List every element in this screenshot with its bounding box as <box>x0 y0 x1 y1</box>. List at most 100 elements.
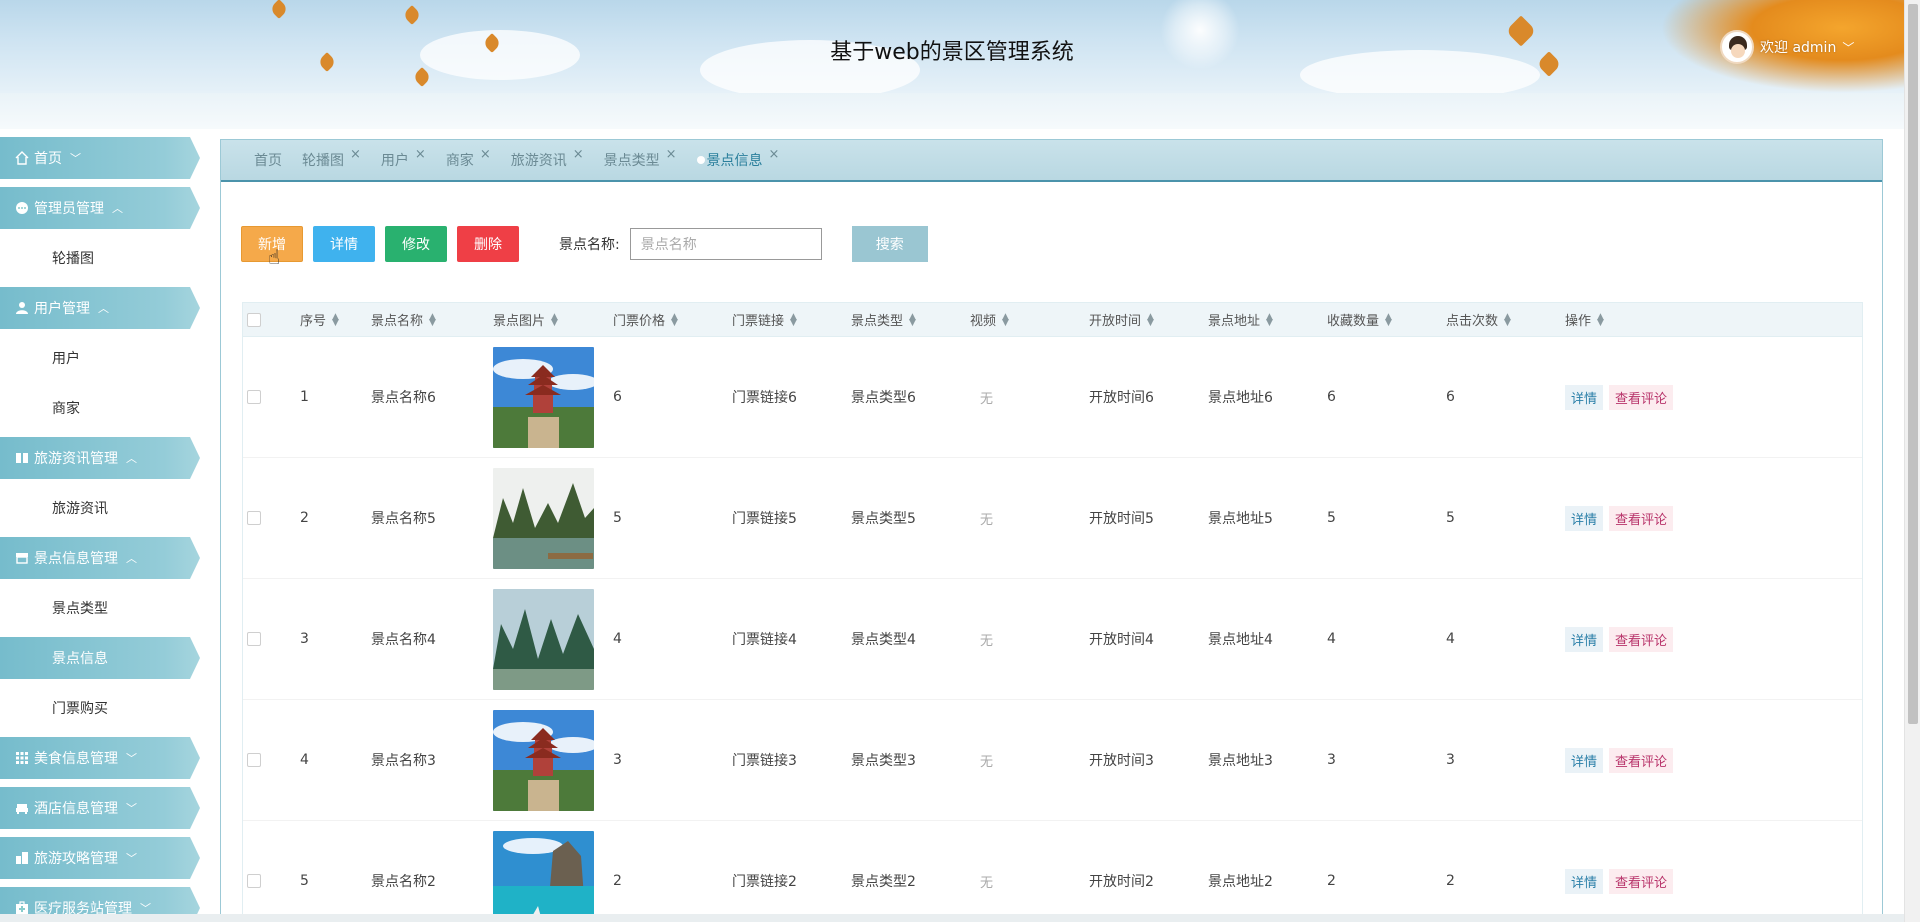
edit-button[interactable]: 修改 <box>385 226 447 262</box>
sort-icon[interactable]: ▲ ▼ <box>551 312 558 327</box>
delete-button[interactable]: 删除 <box>457 226 519 262</box>
sidebar-group-hotel[interactable]: 酒店信息管理 ﹀ <box>0 787 200 829</box>
search-input[interactable] <box>629 228 822 260</box>
scrollbar-thumb[interactable] <box>1908 4 1918 724</box>
tab-scenic-info[interactable]: 景点信息 × <box>696 147 780 170</box>
scenic-image[interactable] <box>493 467 594 569</box>
sort-icon[interactable]: ▲ ▼ <box>1504 312 1511 327</box>
column-header[interactable]: 景点类型 ▲ ▼ <box>851 310 916 329</box>
view-reviews-button[interactable]: 查看评论 <box>1609 505 1674 531</box>
avatar[interactable] <box>1720 30 1754 64</box>
sidebar-group-guide[interactable]: 旅游攻略管理 ﹀ <box>0 837 200 879</box>
sidebar-group-label: 管理员管理 <box>34 201 104 217</box>
view-reviews-button[interactable]: 查看评论 <box>1609 747 1674 773</box>
sidebar-group-travel-news[interactable]: 旅游资讯管理 ︿ <box>0 437 200 479</box>
sidebar-item-ticket-purchase[interactable]: 门票购买 <box>0 687 205 729</box>
tab-scenic-type[interactable]: 景点类型 × <box>604 147 677 170</box>
sidebar-group-label: 首页 <box>34 151 62 167</box>
sidebar-item-merchant[interactable]: 商家 <box>0 387 205 429</box>
sort-icon[interactable]: ▲ ▼ <box>1385 312 1392 327</box>
sidebar-group-home[interactable]: 首页 ﹀ <box>0 137 200 179</box>
search-button[interactable]: 搜索 <box>851 226 928 262</box>
favorites-cell: 3 <box>1327 752 1336 768</box>
close-icon[interactable]: × <box>350 147 361 162</box>
table-row[interactable]: 5 景点名称2 2 门票链接2 景点类型2 无 开放时间2 景点地址2 2 2 … <box>243 821 1862 922</box>
sidebar-group-users[interactable]: 用户管理 ︿ <box>0 287 200 329</box>
column-header[interactable]: 门票链接 ▲ ▼ <box>732 310 797 329</box>
view-reviews-button[interactable]: 查看评论 <box>1609 626 1674 652</box>
close-icon[interactable]: × <box>480 147 491 162</box>
row-checkbox[interactable] <box>247 390 261 404</box>
column-header[interactable]: 开放时间 ▲ ▼ <box>1089 310 1154 329</box>
sea-cliff-image <box>493 830 594 922</box>
close-icon[interactable]: × <box>666 147 677 162</box>
sort-icon[interactable]: ▲ ▼ <box>429 312 436 327</box>
row-checkbox[interactable] <box>247 874 261 888</box>
store-icon <box>14 550 30 566</box>
column-header[interactable]: 景点地址 ▲ ▼ <box>1208 310 1273 329</box>
sort-icon[interactable]: ▲ ▼ <box>332 312 339 327</box>
vertical-scrollbar[interactable] <box>1904 0 1920 922</box>
row-checkbox[interactable] <box>247 753 261 767</box>
column-header[interactable]: 视频 ▲ ▼ <box>970 310 1009 329</box>
chevron-down-icon: ﹀ <box>126 752 137 765</box>
scenic-image[interactable] <box>493 346 594 448</box>
ticket-link-cell: 门票链接5 <box>732 511 797 527</box>
tab-user[interactable]: 用户 × <box>381 147 426 170</box>
sidebar-group-scenic[interactable]: 景点信息管理 ︿ <box>0 537 200 579</box>
sidebar-item-travel-news[interactable]: 旅游资讯 <box>0 487 205 529</box>
user-menu[interactable]: 欢迎 admin ﹀ <box>1720 30 1854 64</box>
user-greeting[interactable]: 欢迎 admin <box>1760 37 1836 57</box>
column-header[interactable]: 点击次数 ▲ ▼ <box>1446 310 1511 329</box>
sofa-icon <box>14 800 30 816</box>
column-header[interactable]: 门票价格 ▲ ▼ <box>613 310 678 329</box>
table-row[interactable]: 1 景点名称6 6 门票链接6 景点类型6 无 开放时间6 景点地址6 6 6 … <box>243 337 1862 458</box>
sort-icon[interactable]: ▲ ▼ <box>671 312 678 327</box>
tab-home[interactable]: 首页 <box>254 150 282 170</box>
close-icon[interactable]: × <box>573 147 584 162</box>
close-icon[interactable]: × <box>769 147 780 162</box>
leaf-decoration <box>269 0 289 19</box>
scenic-image[interactable] <box>493 709 594 811</box>
column-header[interactable]: 景点图片 ▲ ▼ <box>493 310 558 329</box>
column-header[interactable]: 序号 ▲ ▼ <box>300 310 339 329</box>
row-detail-button[interactable]: 详情 <box>1565 747 1604 773</box>
sidebar-item-scenic-type[interactable]: 景点类型 <box>0 587 205 629</box>
detail-button[interactable]: 详情 <box>313 226 375 262</box>
row-detail-button[interactable]: 详情 <box>1565 384 1604 410</box>
sort-icon[interactable]: ▲ ▼ <box>1002 312 1009 327</box>
table-row[interactable]: 3 景点名称4 4 门票链接4 景点类型4 无 开放时间4 景点地址4 4 4 … <box>243 579 1862 700</box>
table-row[interactable]: 2 景点名称5 5 门票链接5 景点类型5 无 开放时间5 景点地址5 5 5 … <box>243 458 1862 579</box>
table-row[interactable]: 4 景点名称3 3 门票链接3 景点类型3 无 开放时间3 景点地址3 3 3 … <box>243 700 1862 821</box>
row-detail-button[interactable]: 详情 <box>1565 505 1604 531</box>
sidebar-item-user[interactable]: 用户 <box>0 337 205 379</box>
sidebar-item-scenic-info[interactable]: 景点信息 <box>0 637 200 679</box>
sidebar-item-carousel[interactable]: 轮播图 <box>0 237 205 279</box>
pagoda-image <box>493 709 594 811</box>
sidebar-group-admin[interactable]: 管理员管理 ︿ <box>0 187 200 229</box>
row-detail-button[interactable]: 详情 <box>1565 868 1604 894</box>
row-detail-button[interactable]: 详情 <box>1565 626 1604 652</box>
scenic-image[interactable] <box>493 830 594 922</box>
scenic-image[interactable] <box>493 588 594 690</box>
select-all-checkbox[interactable] <box>247 312 261 327</box>
tab-carousel[interactable]: 轮播图 × <box>302 147 361 170</box>
column-header[interactable]: 景点名称 ▲ ▼ <box>371 310 436 329</box>
view-reviews-button[interactable]: 查看评论 <box>1609 868 1674 894</box>
view-reviews-button[interactable]: 查看评论 <box>1609 384 1674 410</box>
horizontal-scrollbar[interactable] <box>0 914 1904 922</box>
sidebar-group-food[interactable]: 美食信息管理 ﹀ <box>0 737 200 779</box>
row-checkbox[interactable] <box>247 511 261 525</box>
sort-icon[interactable]: ▲ ▼ <box>1266 312 1273 327</box>
sort-icon[interactable]: ▲ ▼ <box>1147 312 1154 327</box>
column-header[interactable]: 收藏数量 ▲ ▼ <box>1327 310 1392 329</box>
sort-icon[interactable]: ▲ ▼ <box>1597 312 1604 327</box>
tab-merchant[interactable]: 商家 × <box>446 147 491 170</box>
close-icon[interactable]: × <box>415 147 426 162</box>
sort-icon[interactable]: ▲ ▼ <box>790 312 797 327</box>
sort-icon[interactable]: ▲ ▼ <box>909 312 916 327</box>
tab-travel-news[interactable]: 旅游资讯 × <box>511 147 584 170</box>
chevron-down-icon[interactable]: ﹀ <box>1842 39 1854 56</box>
row-checkbox[interactable] <box>247 632 261 646</box>
column-header[interactable]: 操作 ▲ ▼ <box>1565 310 1604 329</box>
